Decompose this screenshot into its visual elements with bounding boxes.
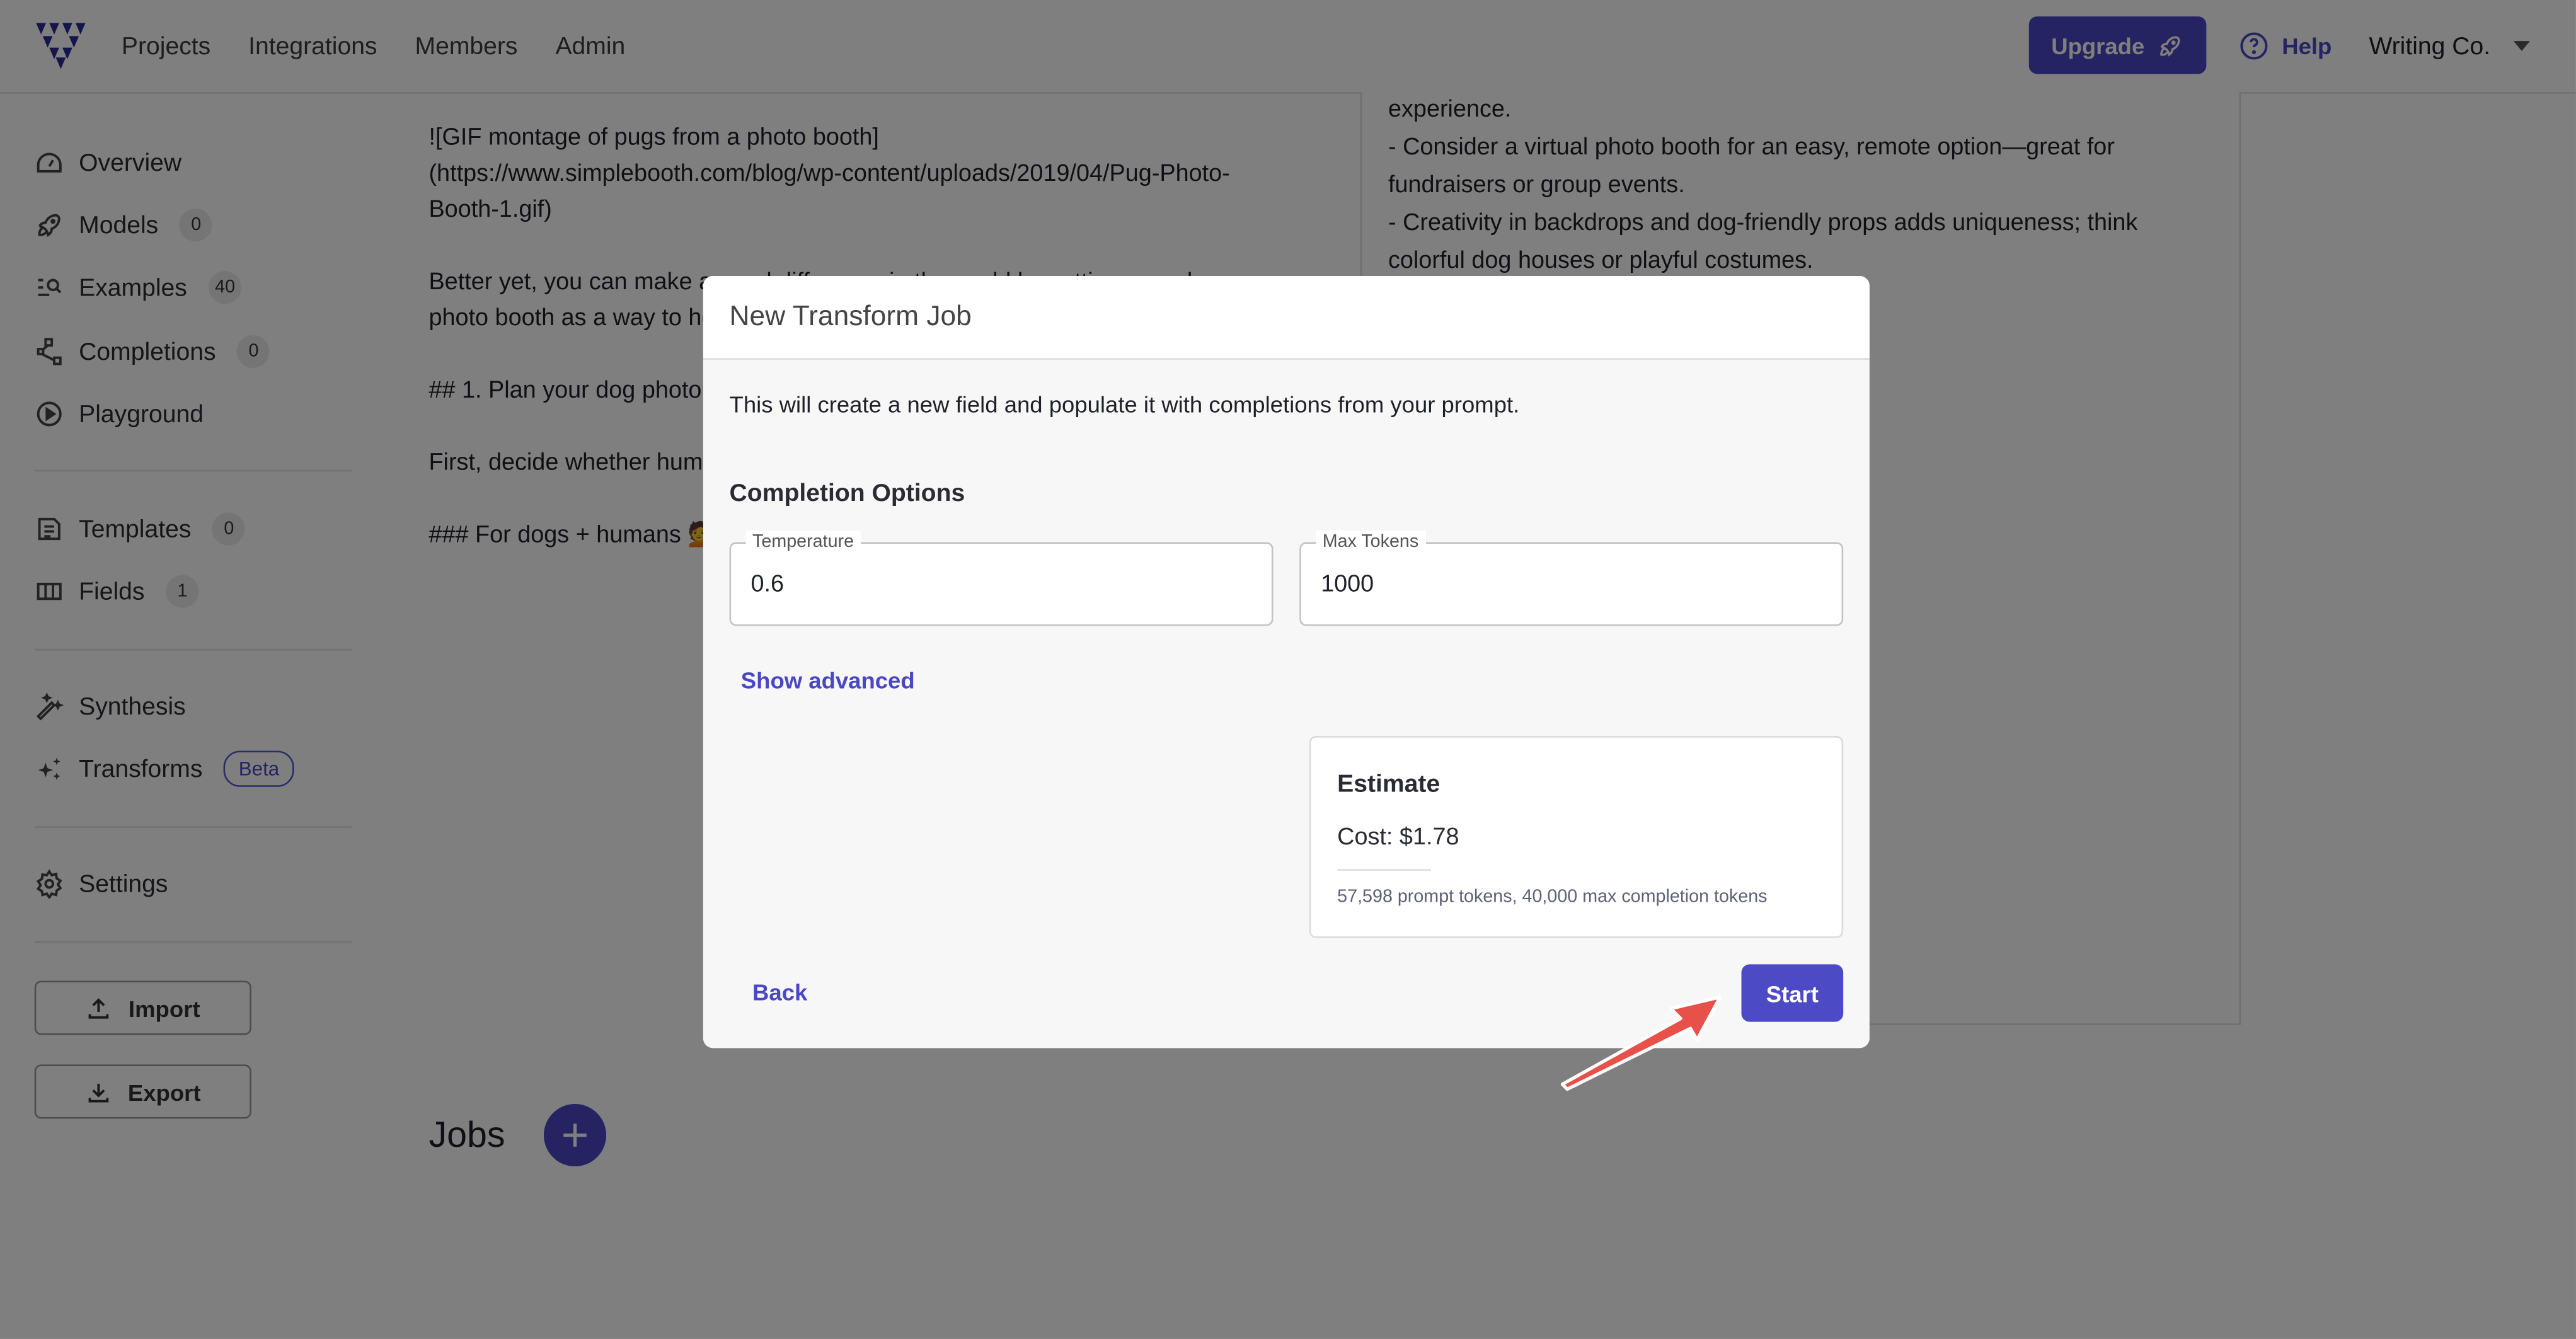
estimate-cost: Cost: $1.78 xyxy=(1337,824,1459,851)
annotation-arrow-icon xyxy=(1560,995,1722,1091)
completion-options-heading: Completion Options xyxy=(729,480,965,508)
temperature-input[interactable] xyxy=(750,543,1244,624)
temperature-field: Temperature xyxy=(729,531,1274,626)
new-transform-job-dialog: New Transform Job This will create a new… xyxy=(703,275,1870,1049)
app-window: Projects Integrations Members Admin Upgr… xyxy=(0,0,2576,1339)
back-button[interactable]: Back xyxy=(752,979,807,1006)
estimate-card: Estimate Cost: $1.78 57,598 prompt token… xyxy=(1309,735,1844,938)
start-label: Start xyxy=(1766,980,1819,1006)
estimate-divider xyxy=(1337,869,1431,871)
max-tokens-input[interactable] xyxy=(1321,543,1814,624)
max-tokens-field: Max Tokens xyxy=(1299,531,1844,626)
estimate-title: Estimate xyxy=(1337,770,1440,799)
dialog-description: This will create a new field and populat… xyxy=(729,391,1520,418)
dialog-header: New Transform Job xyxy=(703,275,1870,360)
estimate-tokens: 57,598 prompt tokens, 40,000 max complet… xyxy=(1337,887,1768,907)
start-button[interactable]: Start xyxy=(1741,964,1844,1022)
show-advanced-button[interactable]: Show advanced xyxy=(741,667,915,693)
dialog-title: New Transform Job xyxy=(729,301,972,332)
